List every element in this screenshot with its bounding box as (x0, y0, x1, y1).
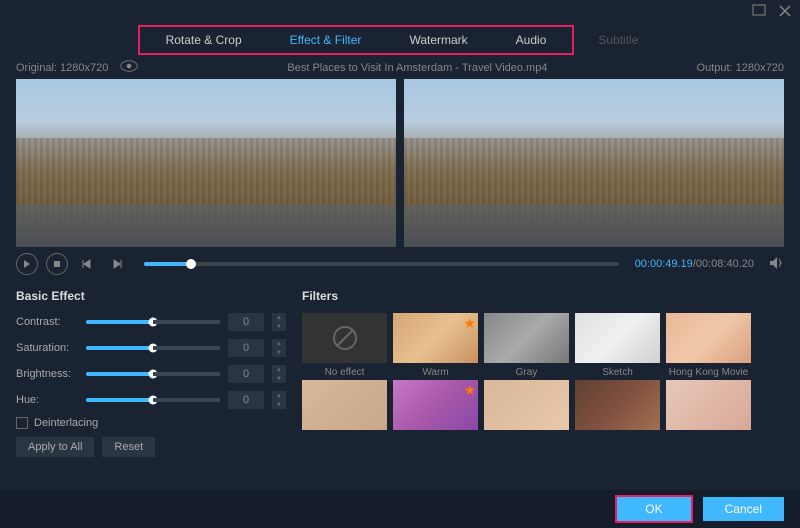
filter-row2-2[interactable]: ★ (393, 380, 478, 430)
saturation-down[interactable]: ▼ (272, 348, 286, 357)
next-button[interactable] (106, 253, 128, 275)
brightness-slider[interactable] (86, 372, 220, 376)
contrast-label: Contrast: (16, 316, 78, 328)
saturation-slider[interactable] (86, 346, 220, 350)
filter-label: No effect (302, 367, 387, 378)
star-icon: ★ (463, 315, 476, 332)
contrast-slider[interactable] (86, 320, 220, 324)
deinterlacing-label: Deinterlacing (34, 417, 98, 429)
filter-hongkong[interactable] (666, 313, 751, 363)
minimize-icon[interactable] (752, 4, 766, 21)
tab-subtitle: Subtitle (574, 29, 662, 51)
filter-label: Hong Kong Movie (666, 367, 751, 378)
hue-label: Hue: (16, 394, 78, 406)
stop-button[interactable] (46, 253, 68, 275)
play-button[interactable] (16, 253, 38, 275)
saturation-up[interactable]: ▲ (272, 339, 286, 348)
brightness-up[interactable]: ▲ (272, 365, 286, 374)
original-res: Original: 1280x720 (16, 62, 108, 74)
contrast-down[interactable]: ▼ (272, 322, 286, 331)
timeline-thumb[interactable] (186, 259, 196, 269)
timeline[interactable] (144, 262, 619, 266)
time-display: 00:00:49.19/00:08:40.20 (635, 258, 754, 270)
volume-icon[interactable] (762, 255, 784, 274)
tab-rotate-crop[interactable]: Rotate & Crop (142, 29, 266, 51)
output-res: Output: 1280x720 (697, 62, 784, 74)
hue-slider[interactable] (86, 398, 220, 402)
contrast-up[interactable]: ▲ (272, 313, 286, 322)
filter-label: Gray (484, 367, 569, 378)
star-icon: ★ (463, 382, 476, 399)
eye-icon[interactable] (120, 60, 138, 75)
filter-no-effect[interactable] (302, 313, 387, 363)
filter-label: Warm (393, 367, 478, 378)
preview-original (16, 79, 396, 247)
player-controls: 00:00:49.19/00:08:40.20 (0, 247, 800, 281)
reset-button[interactable]: Reset (102, 437, 155, 457)
filter-gray[interactable] (484, 313, 569, 363)
brightness-value: 0 (228, 365, 264, 383)
brightness-label: Brightness: (16, 368, 78, 380)
brightness-down[interactable]: ▼ (272, 374, 286, 383)
basic-effect-panel: Basic Effect Contrast: 0 ▲▼ Saturation: … (16, 289, 286, 457)
filter-warm[interactable]: ★ (393, 313, 478, 363)
ok-button[interactable]: OK (615, 495, 692, 523)
filename: Best Places to Visit In Amsterdam - Trav… (287, 62, 547, 74)
filter-row2-4[interactable] (575, 380, 660, 430)
hue-up[interactable]: ▲ (272, 391, 286, 400)
tab-effect-filter[interactable]: Effect & Filter (266, 29, 386, 51)
info-row: Original: 1280x720 Best Places to Visit … (0, 56, 800, 79)
filter-row2-3[interactable] (484, 380, 569, 430)
hue-value: 0 (228, 391, 264, 409)
hue-down[interactable]: ▼ (272, 400, 286, 409)
tab-watermark[interactable]: Watermark (385, 29, 491, 51)
deinterlacing-checkbox[interactable] (16, 417, 28, 429)
filters-title: Filters (302, 289, 784, 303)
tab-audio[interactable]: Audio (492, 29, 571, 51)
filter-row2-5[interactable] (666, 380, 751, 430)
saturation-value: 0 (228, 339, 264, 357)
footer: OK Cancel (0, 490, 800, 528)
filter-row2-1[interactable] (302, 380, 387, 430)
filter-sketch[interactable] (575, 313, 660, 363)
cancel-button[interactable]: Cancel (703, 497, 784, 521)
prev-button[interactable] (76, 253, 98, 275)
tabs-bar: Rotate & Crop Effect & Filter Watermark … (0, 24, 800, 56)
basic-effect-title: Basic Effect (16, 289, 286, 303)
close-icon[interactable] (778, 4, 792, 21)
preview-output (404, 79, 784, 247)
filters-panel: Filters No effect ★ Warm Gray Sketch (302, 289, 784, 457)
tabs-highlight: Rotate & Crop Effect & Filter Watermark … (138, 25, 575, 55)
saturation-label: Saturation: (16, 342, 78, 354)
apply-all-button[interactable]: Apply to All (16, 437, 94, 457)
contrast-value: 0 (228, 313, 264, 331)
filter-label: Sketch (575, 367, 660, 378)
